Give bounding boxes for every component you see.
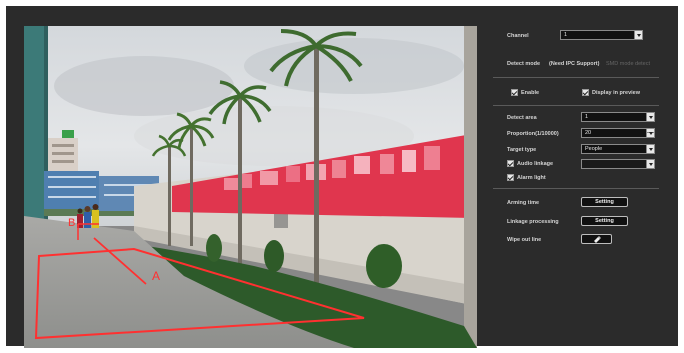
divider [493, 77, 659, 78]
target-type-select[interactable]: People [581, 144, 655, 154]
channel-value: 1 [564, 32, 568, 38]
label-a: A [152, 269, 160, 283]
audio-linkage-select[interactable] [581, 159, 655, 169]
chevron-down-icon[interactable] [634, 31, 642, 39]
chevron-down-icon[interactable] [646, 113, 654, 121]
linkage-processing-label: Linkage processing [507, 219, 559, 225]
divider [493, 105, 659, 106]
chevron-down-icon[interactable] [646, 160, 654, 168]
app-window: A B Channel 1 Detect mode (Need IPC Supp… [6, 6, 678, 348]
detect-area-value: 1 [585, 114, 589, 120]
detect-mode-disabled-option: SMD mode detect [606, 61, 651, 67]
detect-area-select[interactable]: 1 [581, 112, 655, 122]
settings-panel: Channel 1 Detect mode (Need IPC Support)… [493, 26, 661, 348]
channel-label: Channel [507, 33, 529, 39]
linkage-processing-setting-button[interactable]: Setting [581, 216, 628, 226]
enable-label: Enable [521, 90, 540, 96]
proportion-value: 20 [585, 130, 592, 136]
proportion-label: Proportion(1/10000) [507, 131, 559, 137]
arming-time-label: Arming time [507, 200, 540, 206]
preview-scene: A B [24, 26, 477, 348]
target-type-value: People [585, 146, 603, 152]
wipe-out-line-button[interactable] [581, 234, 612, 244]
channel-select[interactable]: 1 [560, 30, 643, 40]
detect-mode-label: Detect mode [507, 61, 541, 67]
alarm-light-label: Alarm light [517, 175, 546, 181]
audio-linkage-label: Audio linkage [517, 161, 554, 167]
detect-mode-value: (Need IPC Support) [549, 61, 600, 67]
corner-column [464, 26, 477, 348]
alarm-light-checkbox[interactable] [507, 174, 514, 181]
detect-area-label: Detect area [507, 115, 537, 121]
audio-linkage-checkbox[interactable] [507, 160, 514, 167]
arming-time-setting-button[interactable]: Setting [581, 197, 628, 207]
target-type-label: Target type [507, 147, 537, 153]
display-in-preview-checkbox[interactable] [582, 89, 589, 96]
camera-preview[interactable]: A B [24, 26, 477, 348]
divider [493, 188, 659, 189]
label-b: B [68, 217, 75, 229]
chevron-down-icon[interactable] [646, 145, 654, 153]
left-post [24, 26, 44, 236]
wipe-out-line-label: Wipe out line [507, 237, 542, 243]
display-in-preview-label: Display in preview [592, 90, 640, 96]
enable-checkbox[interactable] [511, 89, 518, 96]
stepper-arrows-icon[interactable] [646, 129, 654, 137]
proportion-stepper[interactable]: 20 [581, 128, 655, 138]
eraser-icon [593, 236, 601, 243]
